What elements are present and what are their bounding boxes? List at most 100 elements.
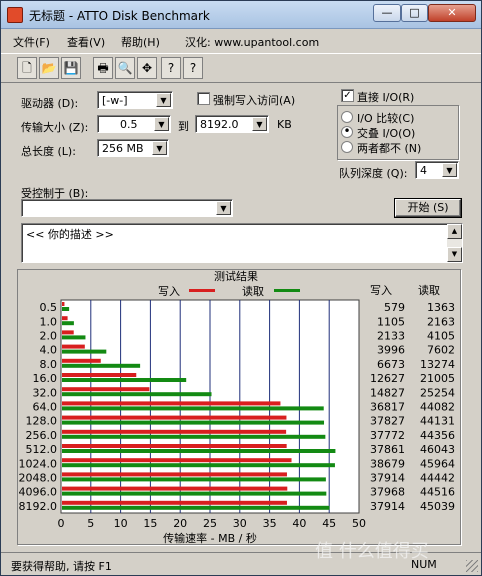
title-bar[interactable]: 无标题 - ATTO Disk Benchmark — □ ✕: [1, 1, 481, 29]
transfer-from-dropdown-icon[interactable]: ▼: [154, 117, 169, 131]
transfer-to-dropdown-icon[interactable]: ▼: [252, 117, 267, 131]
write-bar: [62, 486, 288, 491]
write-bar: [62, 330, 74, 335]
read-bar: [62, 505, 330, 510]
y-tick-label: 4.0: [40, 344, 58, 357]
legend-read-swatch: [274, 289, 300, 292]
write-value: 1105: [377, 315, 405, 328]
menu-bar: 文件(F) 查看(V) 帮助(H) 汉化: www.upantool.com: [1, 30, 481, 52]
y-tick-label: 8.0: [40, 358, 58, 371]
minimize-button[interactable]: —: [373, 4, 401, 22]
write-value: 37861: [370, 443, 405, 456]
x-tick-label: 45: [322, 517, 336, 530]
write-value: 37772: [370, 429, 405, 442]
write-value: 36817: [370, 401, 405, 414]
controlled-by-dropdown-icon[interactable]: ▼: [216, 201, 231, 215]
total-length-dropdown-icon[interactable]: ▼: [152, 141, 167, 155]
x-tick-label: 25: [203, 517, 217, 530]
read-value: 2163: [427, 315, 455, 328]
description-textarea[interactable]: << 你的描述 >> ▲ ▼: [21, 223, 463, 263]
io-overlap-radio[interactable]: •: [341, 125, 353, 138]
window-title: 无标题 - ATTO Disk Benchmark: [29, 9, 210, 23]
x-tick-label: 50: [352, 517, 366, 530]
y-tick-label: 0.5: [40, 301, 58, 314]
write-bar: [62, 415, 287, 420]
maximize-button[interactable]: □: [401, 4, 428, 22]
x-tick-label: 35: [263, 517, 277, 530]
menu-help[interactable]: 帮助(H): [121, 34, 160, 50]
drive-select[interactable]: [-w-] ▼: [97, 91, 173, 109]
force-write-label: 强制写入访问(A): [213, 94, 296, 107]
help-icon[interactable]: ?: [161, 57, 181, 79]
write-value: 2133: [377, 330, 405, 343]
status-help-text: 要获得帮助, 请按 F1: [11, 560, 112, 573]
write-bar: [62, 316, 68, 321]
queue-depth-label: 队列深度 (Q):: [339, 167, 408, 180]
read-value: 21005: [420, 372, 455, 385]
new-document-icon[interactable]: 🗋: [17, 57, 37, 79]
queue-depth-dropdown-icon[interactable]: ▼: [442, 163, 457, 177]
print-preview-icon[interactable]: 🔍: [115, 57, 135, 79]
move-icon[interactable]: ✥: [137, 57, 157, 79]
io-overlap-label: 交叠 I/O(O): [357, 127, 416, 140]
read-value: 4105: [427, 330, 455, 343]
resize-grip-icon[interactable]: [466, 560, 478, 572]
read-value: 44082: [420, 401, 455, 414]
benchmark-chart: 0 5 10 15 20 25 30 35 40 45 50 传输速率 - MB / 秒 写入 读取 0.5…: [19, 284, 456, 544]
write-bar: [62, 387, 150, 392]
controlled-by-select[interactable]: ▼: [21, 199, 233, 217]
drive-dropdown-icon[interactable]: ▼: [156, 93, 171, 107]
read-bar: [62, 349, 107, 354]
write-value: 38679: [370, 457, 405, 470]
read-bar: [62, 335, 86, 340]
write-value: 6673: [377, 358, 405, 371]
write-value: 37827: [370, 415, 405, 428]
read-value: 13274: [420, 358, 455, 371]
total-length-value: 256 MB: [102, 142, 144, 155]
close-button[interactable]: ✕: [428, 4, 476, 22]
menu-localization[interactable]: 汉化: www.upantool.com: [185, 34, 319, 50]
neither-radio[interactable]: [341, 141, 353, 153]
start-button[interactable]: 开始 (S): [395, 199, 461, 217]
x-tick-label: 20: [173, 517, 187, 530]
read-bar: [62, 434, 326, 439]
read-bar: [62, 363, 141, 368]
transfer-to-select[interactable]: 8192.0 ▼: [195, 115, 269, 133]
context-help-icon[interactable]: ?: [183, 57, 203, 79]
drive-label: 驱动器 (D):: [21, 97, 79, 110]
total-length-select[interactable]: 256 MB ▼: [97, 139, 169, 157]
read-value: 7602: [427, 344, 455, 357]
x-tick-label: 30: [233, 517, 247, 530]
scroll-up-icon[interactable]: ▲: [447, 224, 462, 239]
read-bar: [62, 392, 212, 397]
io-compare-label: I/O 比较(C): [357, 112, 415, 125]
menu-file[interactable]: 文件(F): [13, 34, 50, 50]
read-bar: [62, 491, 327, 496]
description-scrollbar[interactable]: ▲ ▼: [447, 224, 462, 262]
transfer-from-select[interactable]: 0.5 ▼: [97, 115, 171, 133]
io-compare-radio[interactable]: [341, 111, 353, 123]
atto-window: 无标题 - ATTO Disk Benchmark — □ ✕ 文件(F) 查看…: [0, 0, 482, 576]
x-tick-label: 0: [58, 517, 65, 530]
to-label: 到: [178, 120, 189, 133]
open-folder-icon[interactable]: 📂: [39, 57, 59, 79]
total-length-label: 总长度 (L):: [21, 145, 76, 158]
read-value: 1363: [427, 301, 455, 314]
save-icon[interactable]: 💾: [61, 57, 81, 79]
transfer-size-label: 传输大小 (Z):: [21, 121, 89, 134]
y-tick-label: 2.0: [40, 330, 58, 343]
menu-view[interactable]: 查看(V): [67, 34, 105, 50]
read-bar: [62, 406, 324, 411]
write-bar: [62, 344, 85, 349]
write-value: 37914: [370, 472, 405, 485]
force-write-checkbox[interactable]: [197, 92, 210, 105]
queue-depth-select[interactable]: 4 ▼: [415, 161, 459, 179]
watermark-logo: 值 什么值得买: [315, 541, 429, 562]
direct-io-checkbox[interactable]: ✓: [341, 89, 354, 102]
scroll-down-icon[interactable]: ▼: [447, 247, 462, 262]
legend-write-label: 写入: [158, 285, 180, 298]
print-icon[interactable]: 🖶: [93, 57, 113, 79]
write-column-header: 写入: [370, 284, 392, 297]
write-bar: [62, 500, 287, 505]
write-bar: [62, 472, 287, 477]
